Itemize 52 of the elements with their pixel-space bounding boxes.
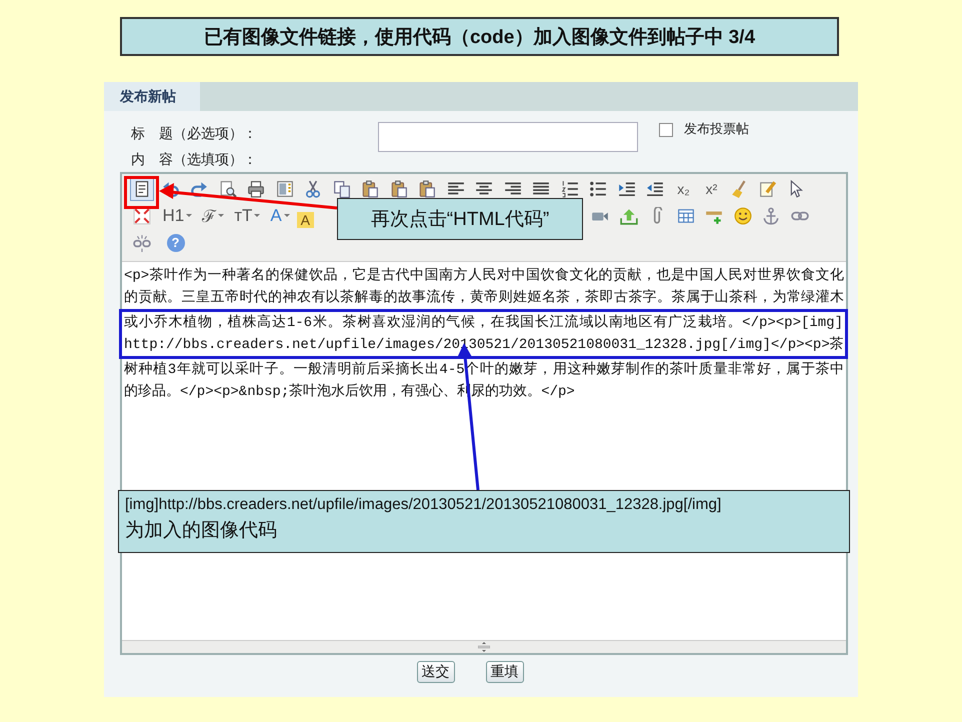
tab[interactable]: 发布新帖 xyxy=(104,82,200,111)
redo-icon[interactable] xyxy=(190,180,208,198)
caret-icon xyxy=(186,214,192,217)
magnifier-icon[interactable] xyxy=(218,180,237,198)
toolbar-dropdown[interactable]: A xyxy=(270,206,290,226)
table-icon[interactable] xyxy=(676,206,694,224)
text-line: <p>茶叶作为一种著名的保健饮品，它是古代中国南方人民对中国饮食文化的贡献，也是中国人民对世界饮食文化 xyxy=(124,266,844,286)
submit-button[interactable]: 送交 xyxy=(416,661,454,683)
checkbox[interactable] xyxy=(659,123,673,137)
text-line: 的贡献。三皇五帝时代的神农有以茶解毒的故事流传，黄帝则姓姬名茶，茶即古茶字。茶属于山茶科，为常绿灌木 xyxy=(124,288,844,308)
clipboard-icon[interactable] xyxy=(361,180,380,198)
indent-icon[interactable] xyxy=(618,180,636,198)
caret-icon xyxy=(284,214,290,217)
toolbar-dropdown[interactable]: ᴛT xyxy=(234,206,260,226)
toolbar-dropdown[interactable]: H1 xyxy=(162,206,192,226)
callout-text: 再次点击“HTML代码” xyxy=(370,208,550,232)
align-center-icon[interactable] xyxy=(475,180,494,198)
anchor-icon[interactable] xyxy=(762,206,780,224)
input-field[interactable] xyxy=(378,122,638,152)
resize-handle-icon[interactable] xyxy=(478,642,490,652)
copy-icon[interactable] xyxy=(332,180,351,198)
callout-text: [img]http://bbs.creaders.net/upfile/images/20130521/20130521080031_12328.jpg[/img] xyxy=(125,496,722,514)
clipboard-icon[interactable] xyxy=(418,180,436,198)
reset-button[interactable]: 重填 xyxy=(486,661,524,683)
unlink-icon[interactable] xyxy=(133,234,152,252)
outdent-icon[interactable] xyxy=(646,180,664,198)
bullet-list-icon[interactable] xyxy=(589,180,608,198)
numbered-list-icon[interactable] xyxy=(560,180,579,198)
text-line: 或小乔木植物，植株高达1-6米。茶树喜欢湿润的气候，在我国长江流域以南地区有广泛栽培。</p><p>[img] xyxy=(124,313,843,333)
highlight-color-button[interactable]: A xyxy=(296,212,314,228)
caret-icon xyxy=(254,214,260,217)
scissors-icon[interactable] xyxy=(304,180,322,198)
slide-title: 已有图像文件链接，使用代码（code）加入图像文件到帖子中 3/4 xyxy=(120,17,839,56)
smiley-icon[interactable] xyxy=(734,206,752,224)
caret-icon xyxy=(218,214,224,217)
align-left-icon[interactable] xyxy=(446,180,465,198)
toolbar-dropdown[interactable]: ℱ xyxy=(202,204,224,227)
align-right-icon[interactable] xyxy=(504,180,522,198)
form-icon[interactable] xyxy=(276,180,294,198)
toolbar-button[interactable]: x² xyxy=(700,180,722,196)
field-label: 标 题（必选项）： xyxy=(131,125,258,144)
callout-text: 为加入的图像代码 xyxy=(125,519,278,543)
clipboard-icon[interactable] xyxy=(390,180,408,198)
upload-icon[interactable] xyxy=(620,206,638,224)
checkbox-label: 发布投票帖 xyxy=(684,122,749,138)
printer-icon[interactable] xyxy=(247,180,266,198)
highlight-frame xyxy=(124,176,159,209)
toolbar-button[interactable]: x₂ xyxy=(672,180,694,196)
pencil-icon[interactable] xyxy=(759,180,778,198)
text-line: http://bbs.creaders.net/upfile/images/20130521/20130521080031_12328.jpg[/img]</p><p>茶 xyxy=(124,336,843,355)
field-label: 内 容（选填项）： xyxy=(131,151,258,170)
justify-icon[interactable] xyxy=(532,180,550,198)
